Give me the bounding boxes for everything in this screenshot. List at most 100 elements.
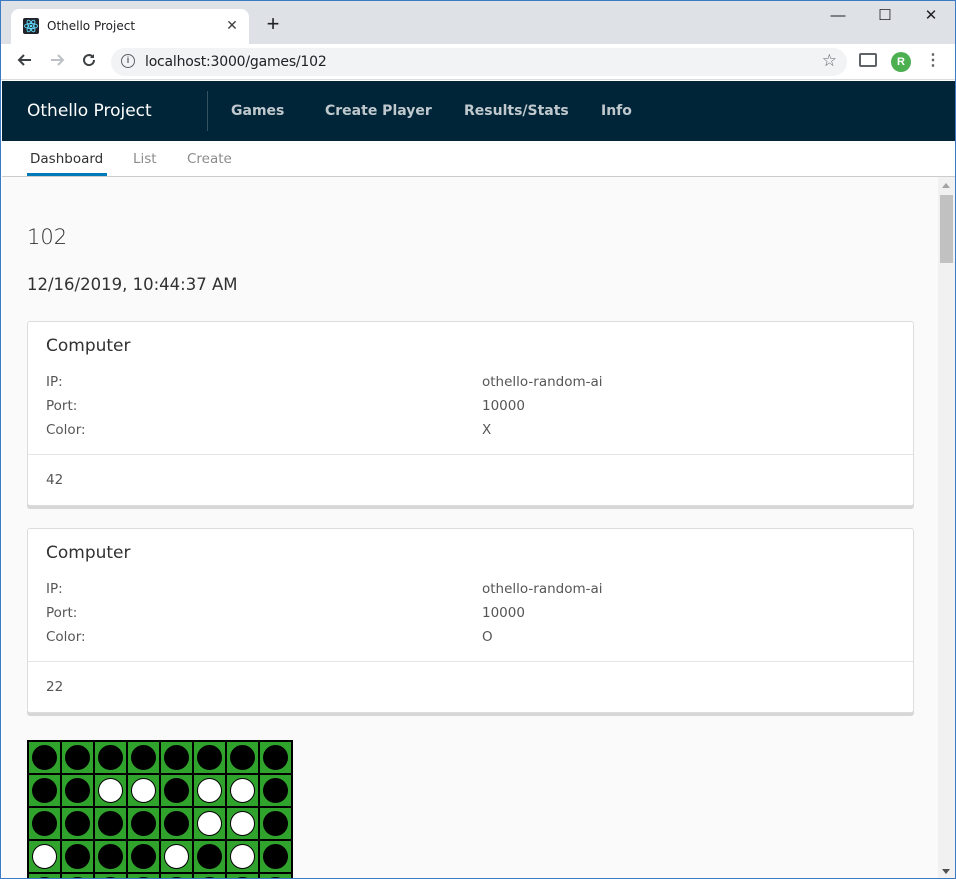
sub-navigation: Dashboard List Create [2,141,955,177]
board-cell [259,807,292,840]
black-disc [263,811,288,836]
tab-dashboard[interactable]: Dashboard [30,151,103,167]
board-cell [94,840,127,873]
board-cell [28,873,61,878]
port-value: 10000 [482,605,525,621]
app-header: Othello Project Games Create Player Resu… [2,81,955,141]
scroll-up-arrow-icon[interactable] [942,183,950,188]
port-label: Port: [46,398,78,414]
bookmark-star-icon[interactable]: ☆ [822,51,837,71]
tab-create[interactable]: Create [187,151,232,167]
white-disc [230,844,255,869]
main-content: 102 12/16/2019, 10:44:37 AM Computer IP:… [2,177,938,878]
board-cell [160,873,193,878]
black-disc [230,745,255,770]
card-footer: 42 [28,454,913,506]
black-disc [263,844,288,869]
forward-arrow-icon [51,54,65,66]
board-cell [28,807,61,840]
browser-window: Othello Project ✕ + — ☐ ✕ i localhost:30… [0,0,956,879]
game-id-heading: 102 [27,225,68,249]
info-icon[interactable]: i [121,54,135,68]
nav-games[interactable]: Games [231,103,284,119]
black-disc [131,811,156,836]
board-cell [160,741,193,774]
board-cell [193,807,226,840]
brand-title[interactable]: Othello Project [27,101,152,121]
card-footer: 22 [28,661,913,713]
white-disc [230,778,255,803]
white-disc [197,811,222,836]
board-cell [259,840,292,873]
ip-value: othello-random-ai [482,581,603,597]
back-button[interactable] [13,50,37,74]
new-tab-button[interactable]: + [261,13,285,37]
black-disc [263,745,288,770]
scrollbar-thumb[interactable] [940,195,953,263]
tab-list[interactable]: List [133,151,157,167]
back-arrow-icon [17,54,31,66]
profile-avatar[interactable]: R [891,52,911,72]
board-cell [259,741,292,774]
board-cell [160,774,193,807]
minimize-button[interactable]: — [815,5,861,29]
board-cell [28,774,61,807]
black-disc [164,811,189,836]
tab-title: Othello Project [47,19,136,33]
black-disc [98,844,123,869]
board-cell [226,774,259,807]
board-cell [127,807,160,840]
board-cell [127,741,160,774]
url-text[interactable]: localhost:3000/games/102 [145,54,327,70]
maximize-button[interactable]: ☐ [862,5,908,29]
board-cell [94,873,127,878]
white-disc [197,778,222,803]
black-disc [32,778,57,803]
board-cell [259,774,292,807]
nav-create-player[interactable]: Create Player [325,103,432,119]
player-score: 42 [46,472,64,488]
board-cell [94,741,127,774]
player-title: Computer [46,543,131,563]
active-tab-indicator [27,173,107,176]
black-disc [164,745,189,770]
black-disc [263,778,288,803]
nav-results-stats[interactable]: Results/Stats [464,103,569,119]
scroll-down-arrow-icon[interactable] [942,869,950,874]
board-cell [193,873,226,878]
player-card: Computer IP: othello-random-ai Port: 100… [27,528,914,713]
board-cell [61,840,94,873]
board-cell [226,873,259,878]
reload-button[interactable] [77,50,101,74]
cast-icon[interactable] [859,53,877,67]
address-bar[interactable]: i localhost:3000/games/102 ☆ [111,48,847,76]
kebab-menu-icon[interactable]: ⋮ [925,50,941,74]
black-disc [164,778,189,803]
black-disc [98,811,123,836]
black-disc [32,811,57,836]
page-scrollbar[interactable] [938,177,955,878]
board-cell [61,807,94,840]
board-cell [94,807,127,840]
board-cell [259,873,292,878]
white-disc [32,844,57,869]
white-disc [131,778,156,803]
close-window-button[interactable]: ✕ [908,5,954,29]
black-disc [65,844,90,869]
browser-tab[interactable]: Othello Project ✕ [11,9,249,44]
black-disc [65,811,90,836]
board-cell [28,840,61,873]
header-divider [207,91,208,131]
forward-button[interactable] [45,50,69,74]
board-cell [61,741,94,774]
board-cell [226,807,259,840]
black-disc [131,844,156,869]
black-disc [32,745,57,770]
nav-info[interactable]: Info [601,103,632,119]
player-card: Computer IP: othello-random-ai Port: 100… [27,321,914,506]
tab-close-icon[interactable]: ✕ [223,16,241,34]
color-value: X [482,422,492,438]
board-cell [94,774,127,807]
color-label: Color: [46,629,86,645]
black-disc [65,778,90,803]
